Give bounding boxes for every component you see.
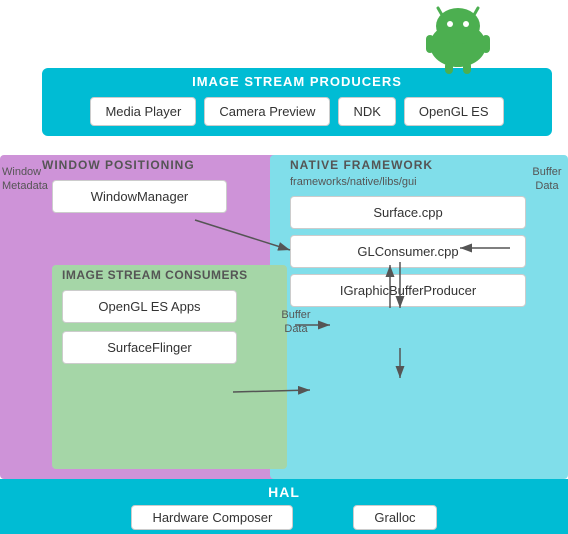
window-manager-box: WindowManager [52, 180, 227, 213]
producer-media-player: Media Player [90, 97, 196, 126]
hal-title: HAL [268, 484, 300, 500]
surface-cpp-box: Surface.cpp [290, 196, 526, 229]
hal-gralloc: Gralloc [353, 505, 436, 530]
hal-row: Hardware Composer Gralloc [131, 505, 436, 530]
window-positioning-section: WINDOW POSITIONING WindowManager [42, 158, 272, 213]
producer-ndk: NDK [338, 97, 395, 126]
native-framework-path: frameworks/native/libs/gui [290, 176, 526, 188]
image-stream-consumers-section: IMAGE STREAM CONSUMERS OpenGL ES Apps Su… [62, 268, 282, 372]
native-framework-title: NATIVE FRAMEWORK [290, 158, 526, 172]
producers-title: IMAGE STREAM PRODUCERS [52, 74, 542, 89]
window-metadata-label: WindowMetadata [2, 165, 40, 194]
consumers-title: IMAGE STREAM CONSUMERS [62, 268, 282, 282]
hal-section: HAL Hardware Composer Gralloc [0, 479, 568, 534]
producer-camera-preview: Camera Preview [204, 97, 330, 126]
igraphicbufferproducer-box: IGraphicBufferProducer [290, 274, 526, 307]
buffer-data-mid-label: BufferData [277, 308, 315, 337]
hal-hardware-composer: Hardware Composer [131, 505, 293, 530]
android-robot [418, 0, 508, 70]
consumer-opengl-es-apps: OpenGL ES Apps [62, 290, 237, 323]
glconsumer-cpp-box: GLConsumer.cpp [290, 235, 526, 268]
window-positioning-title: WINDOW POSITIONING [42, 158, 272, 172]
producer-opengl-es: OpenGL ES [404, 97, 504, 126]
consumer-surfaceflinger: SurfaceFlinger [62, 331, 237, 364]
diagram-container: IMAGE STREAM PRODUCERS Media Player Came… [0, 0, 568, 534]
buffer-data-right-label: BufferData [528, 165, 566, 194]
image-stream-producers: IMAGE STREAM PRODUCERS Media Player Came… [42, 68, 552, 136]
native-framework-section: NATIVE FRAMEWORK frameworks/native/libs/… [290, 158, 526, 313]
producers-row: Media Player Camera Preview NDK OpenGL E… [52, 97, 542, 126]
